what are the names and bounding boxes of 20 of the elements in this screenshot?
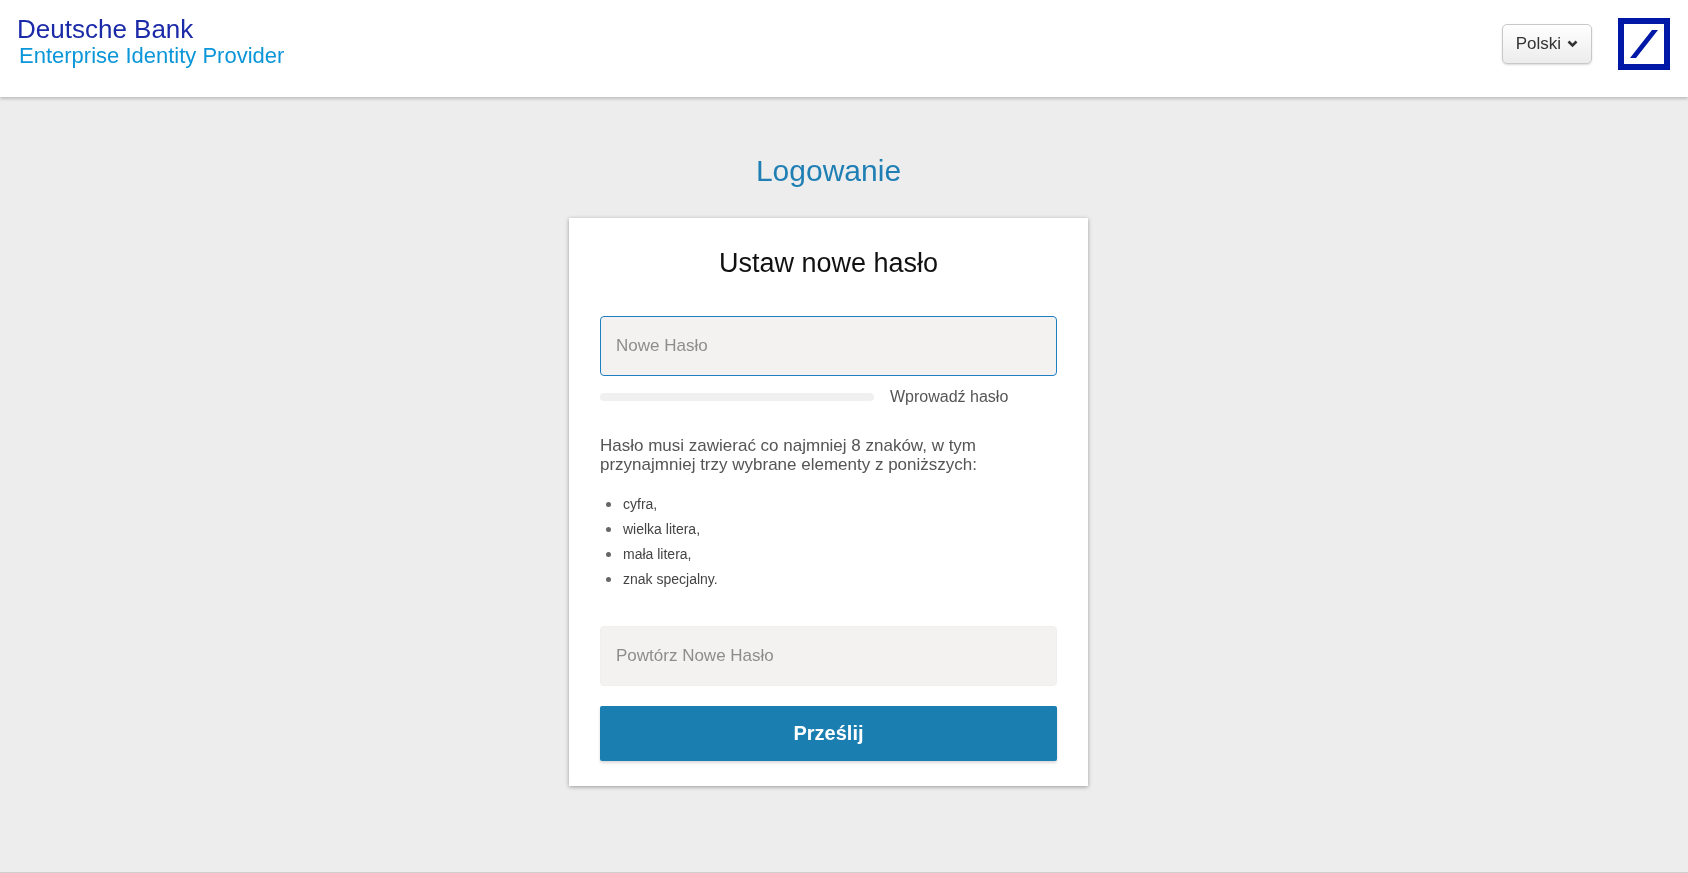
brand-subtitle: Enterprise Identity Provider xyxy=(18,43,285,69)
bullet-icon xyxy=(606,527,611,532)
card-title: Ustaw nowe hasło xyxy=(717,247,940,280)
logo-icon xyxy=(1618,18,1670,70)
new-password-field[interactable]: Nowe Hasło xyxy=(600,316,1057,376)
page-title: Logowanie xyxy=(755,154,902,188)
language-dropdown[interactable]: Polski xyxy=(1501,24,1592,64)
requirement-item: mała litera, xyxy=(623,545,692,564)
brand-name: Deutsche Bank xyxy=(17,15,195,43)
chevron-down-icon xyxy=(1567,40,1578,48)
bullet-icon xyxy=(606,502,611,507)
bullet-icon xyxy=(606,577,611,582)
submit-button[interactable]: Prześlij xyxy=(600,706,1057,761)
password-requirements: Hasło musi zawierać co najmniej 8 znaków, w tym przynajmniej trzy wybrane elementy z poniższych: xyxy=(600,436,978,474)
requirement-item: znak specjalny. xyxy=(623,570,718,589)
repeat-password-field[interactable]: Powtórz Nowe Hasło xyxy=(600,626,1057,686)
requirement-item: wielka litera, xyxy=(623,520,701,539)
requirement-item: cyfra, xyxy=(623,495,658,514)
bullet-icon xyxy=(606,552,611,557)
strength-label: Wprowadź hasło xyxy=(890,388,1009,406)
